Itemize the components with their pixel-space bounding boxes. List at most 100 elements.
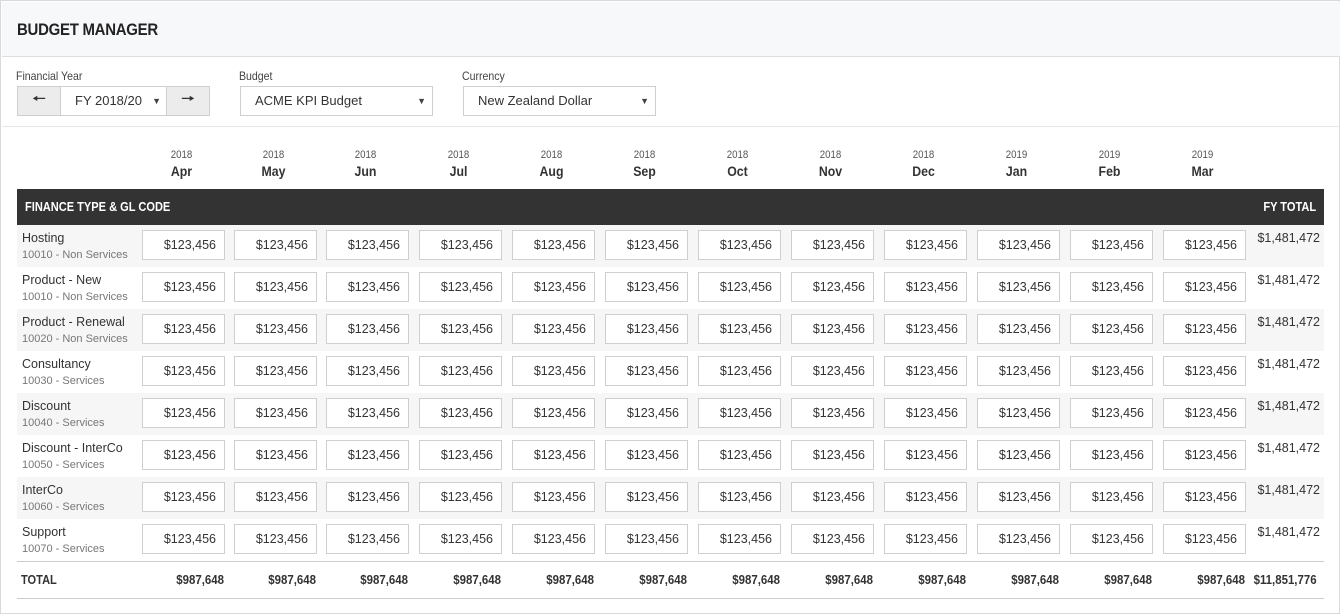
budget-value-input[interactable]: $123,456	[1163, 482, 1246, 512]
next-year-button[interactable]: 🠖	[166, 87, 209, 115]
budget-value-input[interactable]: $123,456	[326, 314, 409, 344]
budget-value-input[interactable]: $123,456	[1070, 314, 1153, 344]
budget-value-input[interactable]: $123,456	[234, 272, 317, 302]
budget-value-input[interactable]: $123,456	[326, 230, 409, 260]
budget-value-input[interactable]: $123,456	[419, 314, 502, 344]
budget-value-input[interactable]: $123,456	[1070, 398, 1153, 428]
budget-select[interactable]: ACME KPI Budget ▼	[240, 86, 433, 116]
budget-value-input[interactable]: $123,456	[512, 524, 595, 554]
budget-value-input[interactable]: $123,456	[605, 524, 688, 554]
budget-value-input[interactable]: $123,456	[1163, 272, 1246, 302]
budget-value-input[interactable]: $123,456	[977, 272, 1060, 302]
budget-value-input[interactable]: $123,456	[698, 398, 781, 428]
budget-value-input[interactable]: $123,456	[884, 272, 967, 302]
budget-value-input[interactable]: $123,456	[234, 356, 317, 386]
budget-value-input[interactable]: $123,456	[512, 482, 595, 512]
budget-value-input[interactable]: $123,456	[512, 398, 595, 428]
budget-value-input[interactable]: $123,456	[698, 524, 781, 554]
budget-value-input[interactable]: $123,456	[698, 230, 781, 260]
budget-value-input[interactable]: $123,456	[1070, 356, 1153, 386]
budget-value-input[interactable]: $123,456	[605, 398, 688, 428]
budget-value-input[interactable]: $123,456	[419, 356, 502, 386]
currency-select[interactable]: New Zealand Dollar ▼	[463, 86, 656, 116]
budget-value-input[interactable]: $123,456	[1163, 230, 1246, 260]
budget-value-input[interactable]: $123,456	[142, 356, 225, 386]
budget-value-input[interactable]: $123,456	[234, 524, 317, 554]
budget-value-input[interactable]: $123,456	[1163, 398, 1246, 428]
budget-value-input[interactable]: $123,456	[234, 398, 317, 428]
budget-value-input[interactable]: $123,456	[791, 398, 874, 428]
budget-value-input[interactable]: $123,456	[605, 482, 688, 512]
budget-value-input[interactable]: $123,456	[698, 272, 781, 302]
budget-value-input[interactable]: $123,456	[419, 230, 502, 260]
budget-value-input[interactable]: $123,456	[142, 482, 225, 512]
budget-value-input[interactable]: $123,456	[234, 230, 317, 260]
budget-value-input[interactable]: $123,456	[419, 398, 502, 428]
budget-value-input[interactable]: $123,456	[977, 230, 1060, 260]
budget-value-input[interactable]: $123,456	[326, 440, 409, 470]
budget-value-input[interactable]: $123,456	[698, 314, 781, 344]
budget-value-input[interactable]: $123,456	[142, 398, 225, 428]
budget-value-input[interactable]: $123,456	[977, 356, 1060, 386]
budget-value-input[interactable]: $123,456	[605, 440, 688, 470]
budget-value-input[interactable]: $123,456	[698, 356, 781, 386]
budget-value-input[interactable]: $123,456	[791, 482, 874, 512]
budget-value-input[interactable]: $123,456	[142, 524, 225, 554]
budget-value-input[interactable]: $123,456	[884, 356, 967, 386]
budget-value-input[interactable]: $123,456	[142, 440, 225, 470]
budget-value-input[interactable]: $123,456	[698, 440, 781, 470]
budget-value-input[interactable]: $123,456	[419, 524, 502, 554]
budget-value-input[interactable]: $123,456	[512, 272, 595, 302]
budget-value-input[interactable]: $123,456	[1163, 524, 1246, 554]
budget-value-input[interactable]: $123,456	[605, 230, 688, 260]
budget-value-input[interactable]: $123,456	[884, 230, 967, 260]
budget-value-input[interactable]: $123,456	[791, 272, 874, 302]
budget-value-input[interactable]: $123,456	[142, 272, 225, 302]
budget-value-input[interactable]: $123,456	[791, 230, 874, 260]
budget-value-input[interactable]: $123,456	[1070, 524, 1153, 554]
budget-value-input[interactable]: $123,456	[605, 272, 688, 302]
budget-value-input[interactable]: $123,456	[791, 440, 874, 470]
budget-value-input[interactable]: $123,456	[698, 482, 781, 512]
budget-value-input[interactable]: $123,456	[1070, 440, 1153, 470]
budget-value-input[interactable]: $123,456	[977, 524, 1060, 554]
budget-value-input[interactable]: $123,456	[234, 440, 317, 470]
budget-value-input[interactable]: $123,456	[512, 314, 595, 344]
budget-value-input[interactable]: $123,456	[605, 314, 688, 344]
budget-value-input[interactable]: $123,456	[326, 356, 409, 386]
budget-value-input[interactable]: $123,456	[512, 356, 595, 386]
budget-value-input[interactable]: $123,456	[326, 398, 409, 428]
budget-value-input[interactable]: $123,456	[1070, 272, 1153, 302]
budget-value-input[interactable]: $123,456	[884, 524, 967, 554]
budget-value-input[interactable]: $123,456	[142, 230, 225, 260]
budget-value-input[interactable]: $123,456	[1163, 356, 1246, 386]
budget-value-input[interactable]: $123,456	[142, 314, 225, 344]
financial-year-select[interactable]: FY 2018/20 ▼	[61, 87, 167, 115]
budget-value-input[interactable]: $123,456	[884, 314, 967, 344]
budget-value-input[interactable]: $123,456	[1163, 440, 1246, 470]
budget-value-input[interactable]: $123,456	[419, 482, 502, 512]
budget-value-input[interactable]: $123,456	[419, 272, 502, 302]
budget-value-input[interactable]: $123,456	[512, 440, 595, 470]
budget-value-input[interactable]: $123,456	[234, 314, 317, 344]
budget-value-input[interactable]: $123,456	[1163, 314, 1246, 344]
budget-value-input[interactable]: $123,456	[791, 524, 874, 554]
budget-value-input[interactable]: $123,456	[884, 482, 967, 512]
budget-value-input[interactable]: $123,456	[1070, 482, 1153, 512]
budget-value-input[interactable]: $123,456	[326, 524, 409, 554]
budget-value-input[interactable]: $123,456	[326, 482, 409, 512]
budget-value-input[interactable]: $123,456	[977, 398, 1060, 428]
budget-value-input[interactable]: $123,456	[234, 482, 317, 512]
budget-value-input[interactable]: $123,456	[605, 356, 688, 386]
budget-value-input[interactable]: $123,456	[884, 440, 967, 470]
budget-value-input[interactable]: $123,456	[791, 356, 874, 386]
budget-value-input[interactable]: $123,456	[977, 440, 1060, 470]
budget-value-input[interactable]: $123,456	[791, 314, 874, 344]
budget-value-input[interactable]: $123,456	[977, 314, 1060, 344]
budget-value-input[interactable]: $123,456	[326, 272, 409, 302]
budget-value-input[interactable]: $123,456	[419, 440, 502, 470]
budget-value-input[interactable]: $123,456	[884, 398, 967, 428]
budget-value-input[interactable]: $123,456	[512, 230, 595, 260]
budget-value-input[interactable]: $123,456	[1070, 230, 1153, 260]
prev-year-button[interactable]: 🠔	[18, 87, 61, 115]
